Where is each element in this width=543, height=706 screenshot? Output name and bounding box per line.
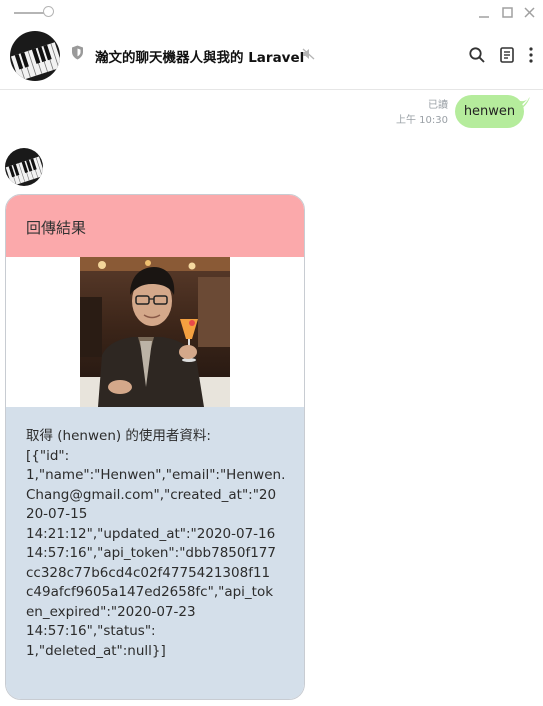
notes-icon[interactable] (498, 46, 516, 64)
close-icon[interactable] (519, 3, 541, 23)
pin-slider-icon[interactable] (43, 6, 54, 17)
sent-message-bubble[interactable]: henwen (455, 95, 524, 128)
chat-title: 瀚文的聊天機器人與我的 Laravel (95, 50, 305, 66)
search-icon[interactable] (468, 46, 486, 64)
pin-track (14, 12, 46, 14)
shield-icon (72, 45, 83, 60)
bot-avatar[interactable] (5, 148, 43, 186)
more-icon[interactable] (524, 46, 538, 64)
user-data-text: 取得 (henwen) 的使用者資料: [{"id": 1,"name":"He… (26, 428, 286, 659)
card-header-text: 回傳結果 (26, 219, 87, 237)
avatar[interactable] (10, 31, 60, 81)
message-meta: 已讀 上午 10:30 (396, 98, 448, 128)
user-photo[interactable] (80, 257, 230, 407)
message-time: 上午 10:30 (396, 115, 448, 126)
flex-message-card[interactable]: 回傳結果 取得 (henwen) 的使用者資料: [{"id": 1,"name… (5, 194, 305, 700)
window-titlebar (0, 0, 543, 26)
maximize-icon[interactable] (497, 3, 519, 23)
chat-header: 瀚文的聊天機器人與我的 Laravel (0, 26, 543, 90)
card-body: 取得 (henwen) 的使用者資料: [{"id": 1,"name":"He… (6, 407, 304, 699)
card-header: 回傳結果 (6, 195, 304, 257)
mute-icon (302, 48, 315, 60)
read-status: 已讀 (428, 100, 448, 111)
minimize-icon[interactable] (473, 3, 495, 23)
